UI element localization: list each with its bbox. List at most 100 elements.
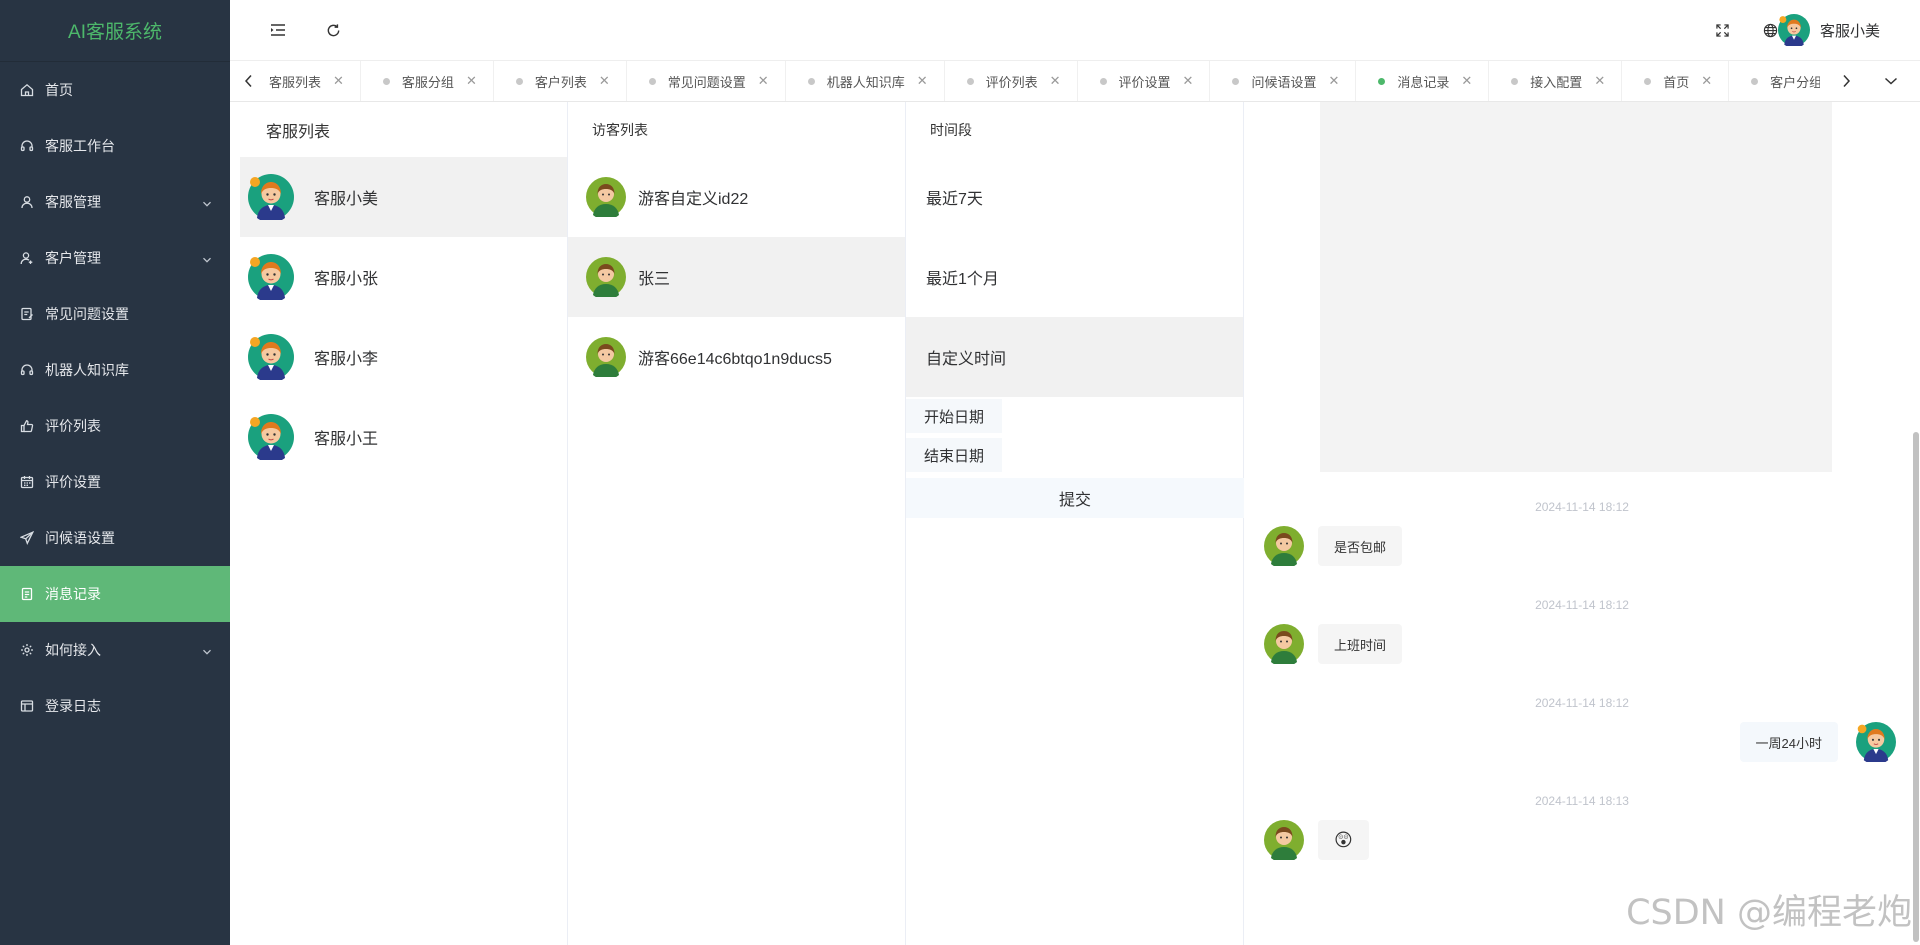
tab-greeting-settings[interactable]: 问候语设置 ✕: [1210, 61, 1357, 101]
avatar: [586, 337, 626, 380]
visitor-item[interactable]: 张三: [568, 237, 905, 317]
agent-item[interactable]: 客服小王: [240, 397, 567, 477]
refresh-icon[interactable]: [321, 18, 345, 42]
close-icon[interactable]: ✕: [1328, 73, 1339, 89]
tab-label: 客户列表: [534, 74, 587, 90]
close-icon[interactable]: ✕: [1701, 73, 1712, 89]
period-option-custom[interactable]: 自定义时间: [906, 317, 1243, 397]
sidebar-item-greeting-settings[interactable]: 问候语设置: [0, 510, 230, 566]
tab-rating-settings[interactable]: 评价设置 ✕: [1078, 61, 1211, 101]
tab-integration-config[interactable]: 接入配置 ✕: [1489, 61, 1623, 101]
close-icon[interactable]: ✕: [758, 73, 769, 89]
tab-status-dot: [1378, 77, 1386, 85]
message-row: 😲: [1264, 820, 1369, 863]
sidebar-item-home[interactable]: 首页: [0, 62, 230, 118]
user-menu[interactable]: 客服小美: [1777, 14, 1880, 48]
sidebar-item-label: 问候语设置: [45, 530, 115, 546]
tab-robot-knowledge[interactable]: 机器人知识库 ✕: [786, 61, 945, 101]
message-timestamp: 2024-11-14 18:12: [1535, 500, 1629, 514]
menu-fold-icon[interactable]: [266, 18, 290, 42]
tab-status-dot: [966, 77, 974, 85]
calendar-icon: [20, 475, 34, 489]
close-icon[interactable]: ✕: [466, 73, 477, 89]
sidebar-item-customer-management[interactable]: 客户管理: [0, 230, 230, 286]
tab-status-dot: [1511, 77, 1519, 85]
end-date-picker[interactable]: 结束日期: [906, 438, 1002, 472]
tab-customer-groups[interactable]: 客户分组✕: [1729, 61, 1820, 101]
tab-home[interactable]: 首页 ✕: [1622, 61, 1730, 101]
sidebar-item-message-records[interactable]: 消息记录: [0, 566, 230, 622]
sidebar-item-faq[interactable]: 常见问题设置: [0, 286, 230, 342]
close-icon[interactable]: ✕: [599, 73, 610, 89]
visitor-name: 游客66e14c6btqo1n9ducs5: [638, 351, 832, 368]
avatar: [1856, 722, 1896, 765]
avatar: [586, 177, 626, 220]
close-icon[interactable]: ✕: [917, 73, 928, 89]
tab-status-dot: [1232, 77, 1240, 85]
sidebar-item-workbench[interactable]: 客服工作台: [0, 118, 230, 174]
tab-rating-list[interactable]: 评价列表 ✕: [945, 61, 1078, 101]
sidebar-item-agent-management[interactable]: 客服管理: [0, 174, 230, 230]
sidebar-item-label: 客服工作台: [45, 138, 115, 154]
submit-button[interactable]: 提交: [906, 478, 1244, 518]
tab-message-records[interactable]: 消息记录 ✕: [1356, 61, 1490, 101]
visitor-list-title: 访客列表: [592, 121, 648, 138]
app-logo: AI客服系统: [0, 0, 230, 62]
top-header: 客服小美: [230, 0, 1920, 60]
sidebar: AI客服系统 首页 客服工作台 客服管理 客户管理 常见问题设置 机器人知识库: [0, 0, 230, 945]
message-records-page: 客服列表 客服小美 客服小张 客服小李 客服小王 访客列表 游客自定义id22 …: [230, 102, 1920, 945]
period-option-1-month[interactable]: 最近1个月: [906, 237, 1243, 317]
agent-item[interactable]: 客服小张: [240, 237, 567, 317]
close-icon[interactable]: ✕: [333, 73, 344, 89]
tab-label: 常见问题设置: [667, 74, 746, 90]
faq-icon: [20, 307, 34, 321]
tabs-scroll-right-button[interactable]: [1827, 61, 1865, 101]
tab-agent-groups[interactable]: 客服分组 ✕: [361, 61, 494, 101]
tab-label: 问候语设置: [1251, 74, 1317, 90]
tab-customer-list[interactable]: 客户列表 ✕: [494, 61, 627, 101]
sidebar-item-rating-settings[interactable]: 评价设置: [0, 454, 230, 510]
sidebar-item-label: 首页: [45, 82, 73, 98]
avatar: [1264, 526, 1304, 569]
tabs-dropdown-button[interactable]: [1872, 61, 1910, 101]
tabs-container: 客服列表 ✕ 客服分组 ✕ 客户列表 ✕ 常见问题设置 ✕ 机器人知识库 ✕ 评价列表 ✕ …: [268, 61, 1820, 101]
visitor-item[interactable]: 游客自定义id22: [568, 157, 905, 237]
message-timestamp: 2024-11-14 18:13: [1535, 794, 1629, 808]
close-icon[interactable]: ✕: [1183, 73, 1194, 89]
sidebar-item-robot-knowledge[interactable]: 机器人知识库: [0, 342, 230, 398]
message-timestamp: 2024-11-14 18:12: [1535, 696, 1629, 710]
sidebar-item-login-log[interactable]: 登录日志: [0, 678, 230, 734]
agent-item[interactable]: 客服小美: [240, 157, 567, 237]
tabs-scroll-left-button[interactable]: [230, 61, 268, 101]
message-bubble: 一周24小时: [1739, 722, 1838, 762]
period-option-7-days[interactable]: 最近7天: [906, 157, 1243, 237]
fullscreen-icon[interactable]: [1710, 18, 1734, 42]
tab-agent-list[interactable]: 客服列表 ✕: [268, 61, 361, 101]
sidebar-item-how-to-integrate[interactable]: 如何接入: [0, 622, 230, 678]
tab-label: 客户分组: [1770, 74, 1820, 90]
visitor-name: 游客自定义id22: [638, 191, 749, 208]
agent-name: 客服小李: [314, 351, 379, 368]
tab-label: 评价列表: [985, 74, 1038, 90]
chat-scrollbar[interactable]: [1912, 102, 1920, 945]
avatar: [248, 174, 294, 223]
close-icon[interactable]: ✕: [1594, 73, 1605, 89]
agent-item[interactable]: 客服小李: [240, 317, 567, 397]
log-icon: [20, 699, 34, 713]
sidebar-item-label: 客户管理: [45, 250, 101, 266]
tab-faq-settings[interactable]: 常见问题设置 ✕: [627, 61, 786, 101]
sidebar-item-rating-list[interactable]: 评价列表: [0, 398, 230, 454]
start-date-picker[interactable]: 开始日期: [906, 399, 1002, 433]
sidebar-menu: 首页 客服工作台 客服管理 客户管理 常见问题设置 机器人知识库 评价列表 评价…: [0, 62, 230, 734]
home-icon: [20, 83, 34, 97]
close-icon[interactable]: ✕: [1461, 73, 1472, 89]
close-icon[interactable]: ✕: [1050, 73, 1061, 89]
visitor-list-panel: 访客列表 游客自定义id22 张三 游客66e14c6btqo1n9ducs5: [568, 102, 906, 945]
avatar: [248, 334, 294, 383]
tab-status-dot: [648, 77, 656, 85]
agent-list-title: 客服列表: [266, 123, 331, 141]
visitor-item[interactable]: 游客66e14c6btqo1n9ducs5: [568, 317, 905, 397]
scrollbar-thumb[interactable]: [1913, 432, 1919, 942]
tab-label: 消息记录: [1397, 74, 1450, 90]
gear-icon: [20, 643, 34, 657]
